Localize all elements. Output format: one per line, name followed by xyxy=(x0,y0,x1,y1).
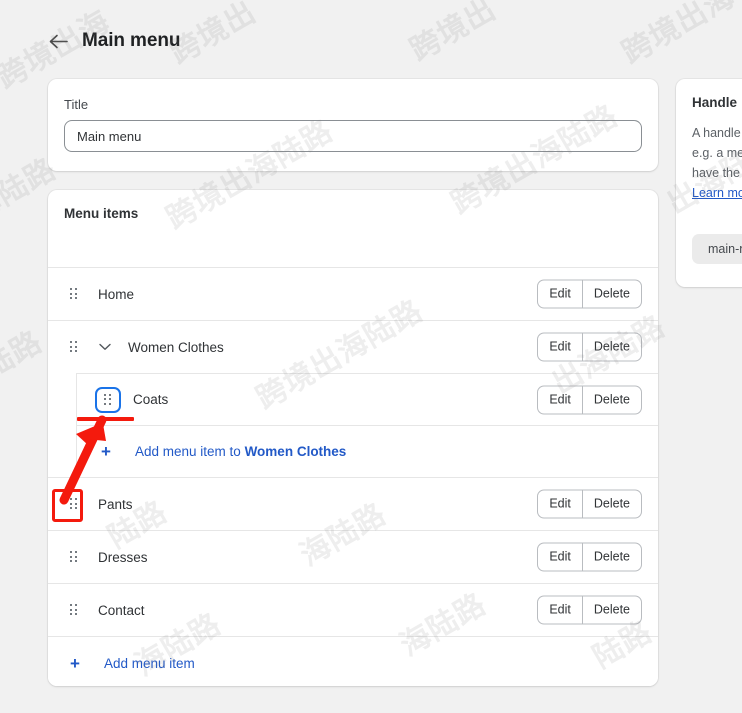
edit-button[interactable]: Edit xyxy=(537,385,582,414)
handle-card-description: A handle e.g. a me have the Learn mo xyxy=(692,123,742,203)
handle-card-title: Handle xyxy=(692,95,738,110)
handle-desc-line-1: A handle xyxy=(692,126,741,140)
menu-item-label: Women Clothes xyxy=(128,339,224,355)
handle-desc-line-2: e.g. a me xyxy=(692,146,742,160)
plus-icon: + xyxy=(101,442,111,461)
menu-item-label: Coats xyxy=(133,392,169,407)
row-actions: Edit Delete xyxy=(537,489,642,519)
drag-handle-icon[interactable] xyxy=(64,337,84,357)
delete-button[interactable]: Delete xyxy=(581,489,642,519)
learn-more-link[interactable]: Learn mo xyxy=(692,183,742,203)
edit-button[interactable]: Edit xyxy=(537,332,582,362)
page-title: Main menu xyxy=(82,30,181,51)
drag-handle-icon[interactable] xyxy=(64,547,84,567)
menu-item-row-women-clothes[interactable]: Women Clothes Edit Delete xyxy=(48,320,658,373)
app-root: Main menu Title Menu items Home Edit Del… xyxy=(0,0,742,713)
edit-button[interactable]: Edit xyxy=(537,595,582,625)
handle-desc-line-3: have the xyxy=(692,166,740,180)
title-card: Title xyxy=(48,79,658,171)
row-actions: Edit Delete xyxy=(537,385,642,414)
title-field-label: Title xyxy=(64,97,89,112)
edit-button[interactable]: Edit xyxy=(537,489,582,519)
add-nested-target: Women Clothes xyxy=(244,444,347,459)
row-actions: Edit Delete xyxy=(537,595,642,625)
delete-button[interactable]: Delete xyxy=(581,542,642,572)
delete-button[interactable]: Delete xyxy=(581,332,642,362)
add-nested-menu-item-link[interactable]: Add menu item to Women Clothes xyxy=(135,444,346,459)
title-input[interactable] xyxy=(64,120,642,152)
drag-handle-icon[interactable] xyxy=(64,284,84,304)
menu-item-label: Dresses xyxy=(98,549,148,565)
add-nested-menu-item-row[interactable]: + Add menu item to Women Clothes xyxy=(76,425,658,477)
delete-button[interactable]: Delete xyxy=(581,385,642,414)
menu-item-row-home[interactable]: Home Edit Delete xyxy=(48,267,658,320)
menu-item-label: Pants xyxy=(98,496,133,512)
drag-handle-icon[interactable] xyxy=(95,386,121,413)
row-actions: Edit Delete xyxy=(537,279,642,309)
delete-button[interactable]: Delete xyxy=(581,279,642,309)
menu-items-heading: Menu items xyxy=(64,206,139,221)
watermark: 跨境出 xyxy=(404,0,503,69)
plus-icon: + xyxy=(70,653,80,673)
delete-button[interactable]: Delete xyxy=(581,595,642,625)
drag-handle-icon[interactable] xyxy=(64,600,84,620)
menu-item-row-pants[interactable]: Pants Edit Delete xyxy=(48,477,658,530)
menu-items-list: Home Edit Delete Women Clothes Edit Dele… xyxy=(48,267,658,686)
drag-handle-icon[interactable] xyxy=(64,494,84,514)
add-menu-item-row[interactable]: + Add menu item xyxy=(48,636,658,686)
row-actions: Edit Delete xyxy=(537,332,642,362)
edit-button[interactable]: Edit xyxy=(537,279,582,309)
menu-item-label: Home xyxy=(98,286,135,302)
chevron-down-icon[interactable] xyxy=(96,338,114,356)
add-menu-item-link[interactable]: Add menu item xyxy=(104,656,195,671)
menu-item-row-coats[interactable]: Coats Edit Delete xyxy=(76,373,658,425)
menu-item-label: Contact xyxy=(98,602,145,618)
handle-card: Handle A handle e.g. a me have the Learn… xyxy=(676,79,742,287)
edit-button[interactable]: Edit xyxy=(537,542,582,572)
back-arrow-icon[interactable] xyxy=(48,31,68,51)
watermark: 陆路 xyxy=(0,324,49,386)
row-actions: Edit Delete xyxy=(537,542,642,572)
page-header: Main menu xyxy=(48,30,180,52)
watermark: 跨境出海 xyxy=(616,0,742,72)
handle-value-chip: main-n xyxy=(692,234,742,264)
menu-item-row-contact[interactable]: Contact Edit Delete xyxy=(48,583,658,636)
menu-item-row-dresses[interactable]: Dresses Edit Delete xyxy=(48,530,658,583)
menu-items-card: Menu items Home Edit Delete Women Clothe… xyxy=(48,190,658,686)
add-nested-prefix: Add menu item to xyxy=(135,444,245,459)
